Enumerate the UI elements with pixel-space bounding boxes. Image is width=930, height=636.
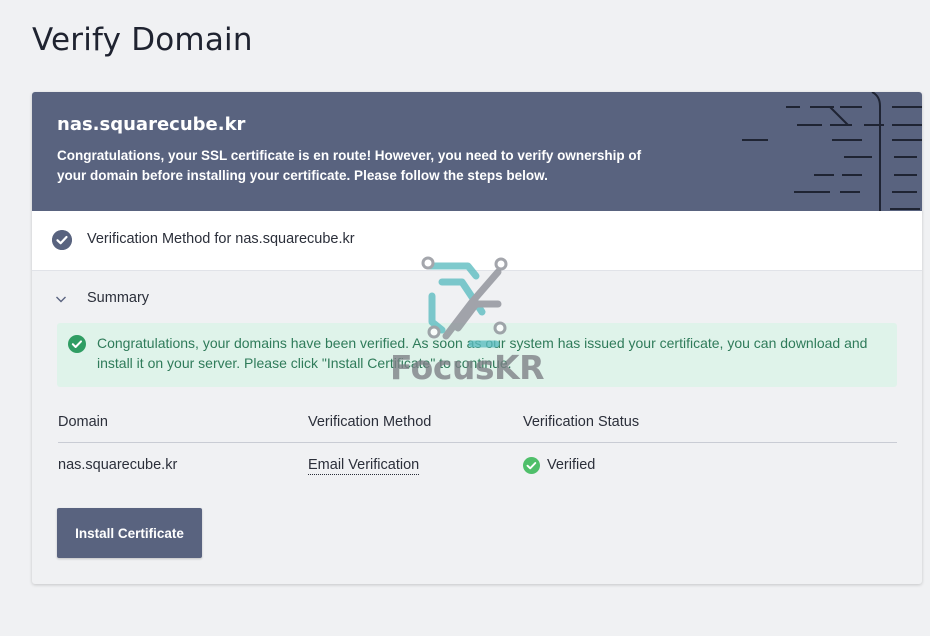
success-alert-text: Congratulations, your domains have been …: [97, 335, 868, 371]
verify-card: nas.squarecube.kr Congratulations, your …: [32, 92, 922, 584]
circuit-decoration-icon: [742, 92, 922, 211]
chevron-down-icon[interactable]: [54, 292, 68, 306]
table-cell-domain: nas.squarecube.kr: [58, 457, 178, 473]
banner: nas.squarecube.kr Congratulations, your …: [32, 92, 922, 211]
success-check-icon: [68, 335, 86, 353]
summary-toggle-label[interactable]: Summary: [87, 290, 149, 306]
table-header-domain: Domain: [58, 414, 108, 430]
table-header-status: Verification Status: [523, 414, 640, 430]
success-alert: Congratulations, your domains have been …: [57, 323, 897, 387]
table-cell-status: Verified: [547, 457, 596, 473]
install-certificate-button[interactable]: Install Certificate: [57, 508, 202, 558]
table-header-divider: [58, 442, 897, 443]
table-header-method: Verification Method: [308, 414, 432, 430]
verification-method-label: Verification Method for nas.squarecube.k…: [87, 231, 355, 247]
banner-domain: nas.squarecube.kr: [57, 114, 246, 135]
verified-check-icon: [523, 457, 540, 474]
verification-method-row[interactable]: Verification Method for nas.squarecube.k…: [32, 211, 922, 271]
email-verification-link[interactable]: Email Verification: [308, 457, 420, 475]
check-circle-icon: [52, 230, 72, 250]
banner-message: Congratulations, your SSL certificate is…: [57, 148, 642, 183]
page-title: Verify Domain: [32, 22, 253, 58]
